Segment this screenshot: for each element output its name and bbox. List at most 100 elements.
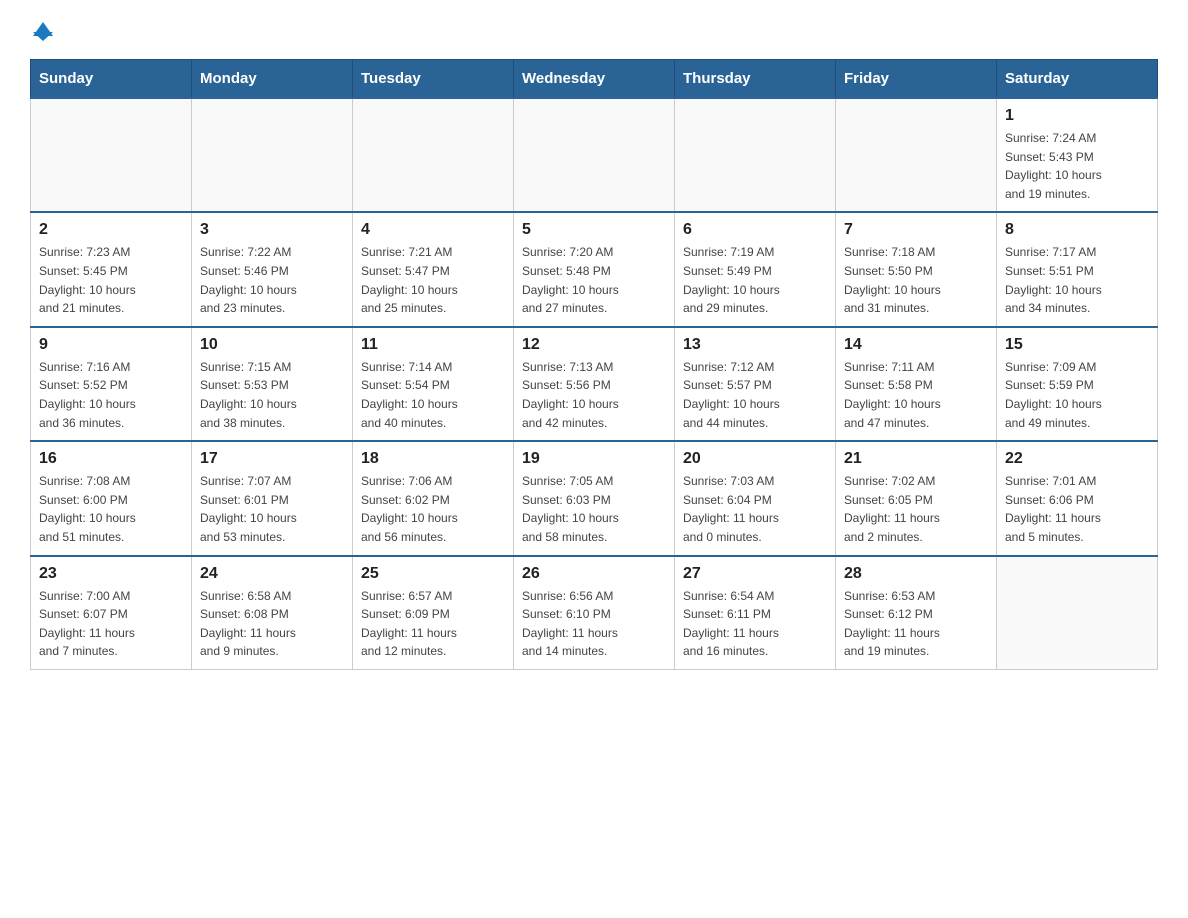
calendar-cell: 6Sunrise: 7:19 AM Sunset: 5:49 PM Daylig…: [675, 212, 836, 326]
calendar-cell: 17 Sunrise: 7:07 AM Sunset: 6:01 PM Dayli…: [192, 441, 353, 555]
day-number: 27: [683, 565, 827, 583]
calendar-cell: 19 Sunrise: 7:05 AM Sunset: 6:03 PM Dayli…: [514, 441, 675, 555]
day-number: 1: [1005, 107, 1149, 125]
day-info: Sunrise: 7:21 AM Sunset: 5:47 PM Dayligh…: [361, 243, 505, 317]
day-number: 18: [361, 450, 505, 468]
day-info: Sunrise: 7:00 AM Sunset: 6:07 PM Dayligh…: [39, 587, 183, 661]
calendar-cell: 20 Sunrise: 7:03 AM Sunset: 6:04 PM Dayli…: [675, 441, 836, 555]
calendar-cell: 8 Sunrise: 7:17 AM Sunset: 5:51 PM Daylig…: [997, 212, 1158, 326]
day-number: 20: [683, 450, 827, 468]
day-info: Sunrise: 7:17 AM Sunset: 5:51 PM Dayligh…: [1005, 243, 1149, 317]
day-of-week-header: Wednesday: [514, 60, 675, 99]
day-number: 15: [1005, 336, 1149, 354]
day-of-week-header: Sunday: [31, 60, 192, 99]
day-info: Sunrise: 7:09 AM Sunset: 5:59 PM Dayligh…: [1005, 358, 1149, 432]
day-number: 11: [361, 336, 505, 354]
calendar-cell: [836, 98, 997, 212]
calendar-cell: 4 Sunrise: 7:21 AM Sunset: 5:47 PM Daylig…: [353, 212, 514, 326]
page-header: [30, 20, 1158, 39]
day-info: Sunrise: 7:01 AM Sunset: 6:06 PM Dayligh…: [1005, 472, 1149, 546]
day-number: 9: [39, 336, 183, 354]
calendar-cell: [31, 98, 192, 212]
calendar-cell: 23 Sunrise: 7:00 AM Sunset: 6:07 PM Dayli…: [31, 556, 192, 670]
day-info: Sunrise: 7:19 AM Sunset: 5:49 PM Dayligh…: [683, 243, 827, 317]
day-info: Sunrise: 7:13 AM Sunset: 5:56 PM Dayligh…: [522, 358, 666, 432]
day-info: Sunrise: 6:57 AM Sunset: 6:09 PM Dayligh…: [361, 587, 505, 661]
day-number: 21: [844, 450, 988, 468]
calendar-cell: 3Sunrise: 7:22 AM Sunset: 5:46 PM Daylig…: [192, 212, 353, 326]
day-number: 5: [522, 221, 666, 239]
day-info: Sunrise: 7:22 AM Sunset: 5:46 PM Dayligh…: [200, 243, 344, 317]
calendar-cell: 9 Sunrise: 7:16 AM Sunset: 5:52 PM Daylig…: [31, 327, 192, 441]
calendar-week-row: 1 Sunrise: 7:24 AM Sunset: 5:43 PM Daylig…: [31, 98, 1158, 212]
day-info: Sunrise: 7:03 AM Sunset: 6:04 PM Dayligh…: [683, 472, 827, 546]
calendar-week-row: 9 Sunrise: 7:16 AM Sunset: 5:52 PM Daylig…: [31, 327, 1158, 441]
day-number: 16: [39, 450, 183, 468]
day-number: 4: [361, 221, 505, 239]
day-info: Sunrise: 7:05 AM Sunset: 6:03 PM Dayligh…: [522, 472, 666, 546]
day-info: Sunrise: 6:56 AM Sunset: 6:10 PM Dayligh…: [522, 587, 666, 661]
calendar-cell: 28 Sunrise: 6:53 AM Sunset: 6:12 PM Dayli…: [836, 556, 997, 670]
day-number: 26: [522, 565, 666, 583]
calendar-week-row: 16 Sunrise: 7:08 AM Sunset: 6:00 PM Dayli…: [31, 441, 1158, 555]
calendar-cell: 15 Sunrise: 7:09 AM Sunset: 5:59 PM Dayli…: [997, 327, 1158, 441]
day-info: Sunrise: 6:58 AM Sunset: 6:08 PM Dayligh…: [200, 587, 344, 661]
calendar-cell: 26 Sunrise: 6:56 AM Sunset: 6:10 PM Dayli…: [514, 556, 675, 670]
calendar-cell: 25 Sunrise: 6:57 AM Sunset: 6:09 PM Dayli…: [353, 556, 514, 670]
day-number: 24: [200, 565, 344, 583]
calendar-cell: [192, 98, 353, 212]
calendar-week-row: 23 Sunrise: 7:00 AM Sunset: 6:07 PM Dayli…: [31, 556, 1158, 670]
calendar-cell: 14 Sunrise: 7:11 AM Sunset: 5:58 PM Dayli…: [836, 327, 997, 441]
logo: [30, 20, 53, 39]
day-info: Sunrise: 7:15 AM Sunset: 5:53 PM Dayligh…: [200, 358, 344, 432]
day-info: Sunrise: 7:16 AM Sunset: 5:52 PM Dayligh…: [39, 358, 183, 432]
day-info: Sunrise: 7:02 AM Sunset: 6:05 PM Dayligh…: [844, 472, 988, 546]
day-number: 17: [200, 450, 344, 468]
calendar-week-row: 2Sunrise: 7:23 AM Sunset: 5:45 PM Daylig…: [31, 212, 1158, 326]
day-number: 12: [522, 336, 666, 354]
day-info: Sunrise: 7:18 AM Sunset: 5:50 PM Dayligh…: [844, 243, 988, 317]
day-info: Sunrise: 7:12 AM Sunset: 5:57 PM Dayligh…: [683, 358, 827, 432]
day-of-week-header: Thursday: [675, 60, 836, 99]
calendar-cell: [997, 556, 1158, 670]
calendar-cell: 21 Sunrise: 7:02 AM Sunset: 6:05 PM Dayli…: [836, 441, 997, 555]
day-of-week-header: Monday: [192, 60, 353, 99]
day-of-week-header: Friday: [836, 60, 997, 99]
day-number: 19: [522, 450, 666, 468]
day-of-week-header: Tuesday: [353, 60, 514, 99]
day-number: 10: [200, 336, 344, 354]
calendar-cell: 13Sunrise: 7:12 AM Sunset: 5:57 PM Dayli…: [675, 327, 836, 441]
day-number: 14: [844, 336, 988, 354]
calendar-cell: 7Sunrise: 7:18 AM Sunset: 5:50 PM Daylig…: [836, 212, 997, 326]
day-info: Sunrise: 7:24 AM Sunset: 5:43 PM Dayligh…: [1005, 129, 1149, 203]
day-info: Sunrise: 7:07 AM Sunset: 6:01 PM Dayligh…: [200, 472, 344, 546]
day-info: Sunrise: 6:54 AM Sunset: 6:11 PM Dayligh…: [683, 587, 827, 661]
day-info: Sunrise: 7:08 AM Sunset: 6:00 PM Dayligh…: [39, 472, 183, 546]
calendar-cell: 11 Sunrise: 7:14 AM Sunset: 5:54 PM Dayli…: [353, 327, 514, 441]
day-info: Sunrise: 7:11 AM Sunset: 5:58 PM Dayligh…: [844, 358, 988, 432]
day-info: Sunrise: 7:06 AM Sunset: 6:02 PM Dayligh…: [361, 472, 505, 546]
calendar-cell: [514, 98, 675, 212]
calendar-cell: 12 Sunrise: 7:13 AM Sunset: 5:56 PM Dayli…: [514, 327, 675, 441]
calendar-cell: 18 Sunrise: 7:06 AM Sunset: 6:02 PM Dayli…: [353, 441, 514, 555]
day-number: 23: [39, 565, 183, 583]
day-number: 8: [1005, 221, 1149, 239]
calendar-cell: 22Sunrise: 7:01 AM Sunset: 6:06 PM Dayli…: [997, 441, 1158, 555]
calendar-cell: 27 Sunrise: 6:54 AM Sunset: 6:11 PM Dayli…: [675, 556, 836, 670]
day-number: 28: [844, 565, 988, 583]
day-number: 25: [361, 565, 505, 583]
day-info: Sunrise: 7:14 AM Sunset: 5:54 PM Dayligh…: [361, 358, 505, 432]
calendar-table: SundayMondayTuesdayWednesdayThursdayFrid…: [30, 59, 1158, 670]
calendar-cell: 24 Sunrise: 6:58 AM Sunset: 6:08 PM Dayli…: [192, 556, 353, 670]
day-info: Sunrise: 6:53 AM Sunset: 6:12 PM Dayligh…: [844, 587, 988, 661]
day-info: Sunrise: 7:20 AM Sunset: 5:48 PM Dayligh…: [522, 243, 666, 317]
calendar-cell: 16 Sunrise: 7:08 AM Sunset: 6:00 PM Dayli…: [31, 441, 192, 555]
calendar-header-row: SundayMondayTuesdayWednesdayThursdayFrid…: [31, 60, 1158, 99]
calendar-cell: [353, 98, 514, 212]
calendar-cell: [675, 98, 836, 212]
day-info: Sunrise: 7:23 AM Sunset: 5:45 PM Dayligh…: [39, 243, 183, 317]
calendar-cell: 5 Sunrise: 7:20 AM Sunset: 5:48 PM Daylig…: [514, 212, 675, 326]
calendar-cell: 10 Sunrise: 7:15 AM Sunset: 5:53 PM Dayli…: [192, 327, 353, 441]
calendar-cell: 2Sunrise: 7:23 AM Sunset: 5:45 PM Daylig…: [31, 212, 192, 326]
calendar-cell: 1 Sunrise: 7:24 AM Sunset: 5:43 PM Daylig…: [997, 98, 1158, 212]
